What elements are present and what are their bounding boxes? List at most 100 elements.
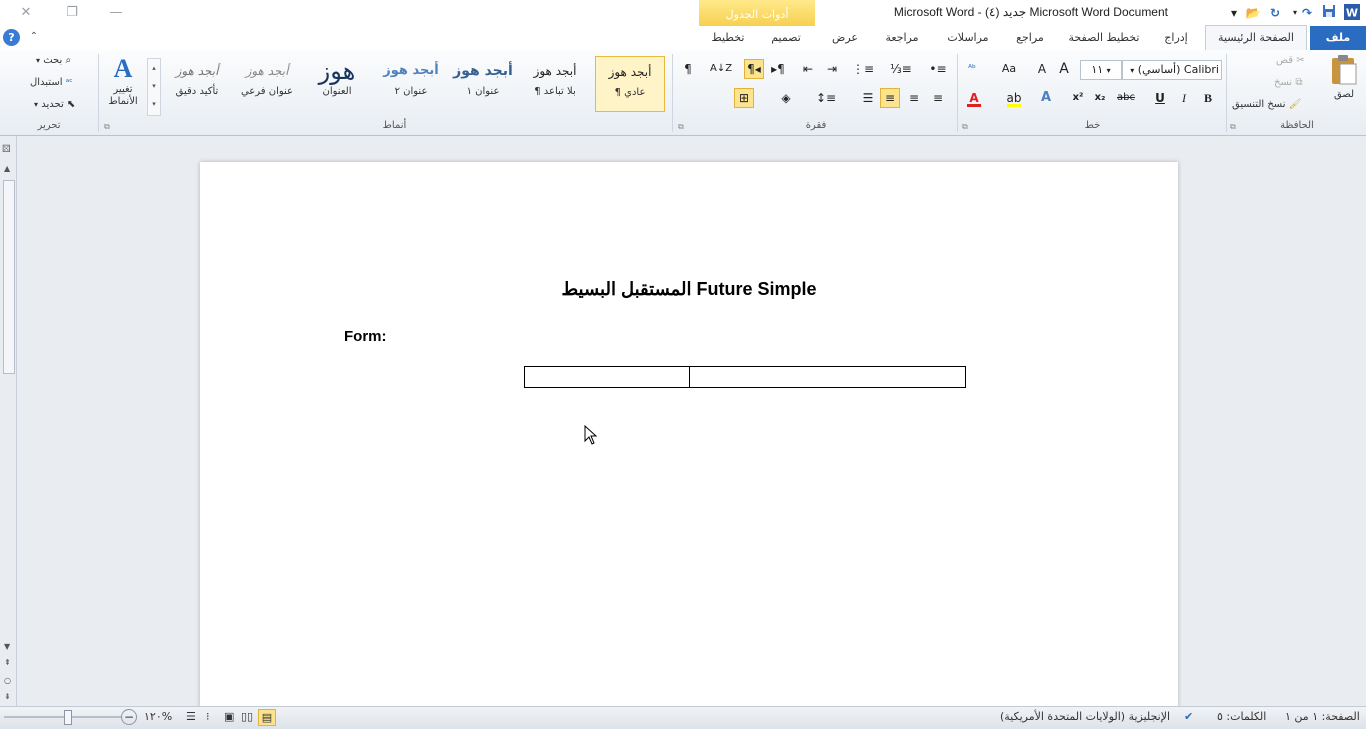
align-center-icon[interactable]: ≡ [904, 88, 924, 108]
tab-page-layout[interactable]: تخطيط الصفحة [1064, 26, 1144, 50]
view-draft-icon[interactable]: ☰ [186, 710, 196, 723]
increase-indent-icon[interactable]: ⇤ [798, 59, 818, 79]
find-button[interactable]: ▾ بحث ⌕ [36, 55, 71, 66]
replace-button[interactable]: استبدال ᵃᶜ [30, 77, 73, 88]
underline-button[interactable]: U [1150, 88, 1170, 108]
align-right-icon[interactable]: ≡ [928, 88, 948, 108]
grow-font-button[interactable]: A [1054, 59, 1074, 79]
decrease-indent-icon[interactable]: ⇥ [822, 59, 842, 79]
scroll-thumb[interactable] [3, 180, 15, 374]
help-icon[interactable]: ? [3, 29, 20, 46]
zoom-slider-thumb[interactable] [64, 710, 72, 725]
word-count[interactable]: الكلمات: ٥ [1217, 710, 1266, 723]
style-subtitle[interactable]: أبجد هوز عنوان فرعي [235, 56, 299, 110]
change-case-button[interactable]: Aa [996, 59, 1022, 79]
tab-file[interactable]: ملف [1310, 26, 1366, 50]
zoom-level[interactable]: ١٢٠% [144, 710, 172, 723]
style-title[interactable]: هوز العنوان [305, 56, 369, 110]
minimize-icon[interactable]: — [106, 3, 126, 23]
view-reading-icon[interactable]: ▯▯ [241, 710, 253, 723]
ruler-toggle-icon[interactable]: ⚄ [2, 144, 11, 155]
rtl-direction-icon[interactable]: ¶◂ [744, 59, 764, 79]
font-color-button[interactable]: A [964, 88, 984, 108]
document-table[interactable] [524, 366, 966, 388]
copy-button[interactable]: نسخ ⧉ [1274, 77, 1303, 88]
line-spacing-icon[interactable]: ↕≡ [816, 88, 836, 108]
scroll-up-icon[interactable]: ▲ [4, 164, 10, 173]
cut-button[interactable]: قص ✂ [1276, 55, 1305, 66]
italic-button[interactable]: I [1174, 88, 1194, 108]
table-cell[interactable] [524, 366, 690, 388]
strikethrough-button[interactable]: abc [1114, 88, 1138, 108]
style-normal[interactable]: أبجد هوز ¶ عادي [595, 56, 665, 112]
style-subtle-emphasis[interactable]: أبجد هوز تأكيد دقيق [165, 56, 229, 110]
customize-qat-icon[interactable]: ▾ [1225, 4, 1243, 22]
document-page[interactable]: المستقبل البسيط Future Simple Form: [200, 162, 1178, 708]
repeat-icon[interactable]: ↻ [1266, 4, 1284, 22]
open-icon[interactable]: 📂 [1244, 4, 1262, 22]
font-name-combo[interactable]: ▾ (أساسي) Calibri [1122, 60, 1222, 80]
numbering-icon[interactable]: ⅓≡ [890, 59, 912, 79]
collapse-ribbon-icon[interactable]: ⌃ [27, 30, 41, 44]
select-browse-object-icon[interactable]: ○ [4, 676, 11, 685]
style-heading-2[interactable]: أبجد هوز عنوان ٢ [379, 56, 443, 110]
change-styles-button[interactable]: A تغيير الأنماط [102, 54, 144, 118]
format-painter-button[interactable]: نسخ التنسيق 🖌 [1232, 99, 1301, 110]
view-web-icon[interactable]: ▣ [224, 710, 234, 723]
maximize-icon[interactable]: ❐ [62, 3, 82, 23]
tab-home[interactable]: الصفحة الرئيسية [1205, 25, 1307, 51]
next-page-icon[interactable]: ⇟ [4, 692, 11, 701]
proofing-icon[interactable]: ✔ [1184, 710, 1193, 723]
show-marks-icon[interactable]: ¶ [678, 59, 698, 79]
styles-scroll[interactable]: ▴ ▾ ▾ [147, 58, 161, 116]
paste-button[interactable]: لصق [1326, 54, 1362, 100]
tab-layout[interactable]: تخطيط [702, 26, 754, 50]
multilevel-list-icon[interactable]: ⋮≡ [852, 59, 874, 79]
borders-icon[interactable]: ⊞ [734, 88, 754, 108]
highlight-icon[interactable]: ab [1004, 88, 1024, 108]
table-cell[interactable] [689, 366, 966, 388]
undo-icon[interactable]: ↷ [1298, 4, 1316, 22]
font-launcher-icon[interactable]: ⧉ [962, 122, 968, 132]
sort-icon[interactable]: A↓Z [710, 59, 732, 79]
previous-page-icon[interactable]: ⇞ [4, 658, 11, 667]
font-size-combo[interactable]: ١١ ▾ [1080, 60, 1122, 80]
view-print-layout-icon[interactable]: ▤ [258, 709, 276, 726]
clipboard-launcher-icon[interactable]: ⧉ [1230, 122, 1236, 132]
bullets-icon[interactable]: •≡ [928, 59, 948, 79]
close-icon[interactable]: ✕ [16, 3, 36, 23]
style-heading-1[interactable]: أبجد هوز عنوان ١ [451, 56, 515, 110]
style-no-spacing[interactable]: أبجد هوز ¶ بلا تباعد [523, 56, 587, 110]
styles-launcher-icon[interactable]: ⧉ [104, 122, 110, 132]
language-status[interactable]: الإنجليزية (الولايات المتحدة الأمريكية) [1000, 710, 1170, 723]
superscript-button[interactable]: x² [1068, 88, 1088, 108]
tab-references[interactable]: مراجع [1008, 26, 1052, 50]
view-outline-icon[interactable]: ⁝ [206, 710, 210, 723]
justify-icon[interactable]: ☰ [858, 88, 878, 108]
tab-design[interactable]: تصميم [760, 26, 812, 50]
bold-button[interactable]: B [1198, 88, 1218, 108]
vertical-scrollbar[interactable]: ⚄ ▲ ▼ ⇞ ○ ⇟ [0, 136, 17, 706]
text-effects-button[interactable]: A [1036, 88, 1056, 108]
paragraph-launcher-icon[interactable]: ⧉ [678, 122, 684, 132]
save-icon[interactable] [1320, 4, 1338, 22]
tab-insert[interactable]: إدراج [1154, 26, 1198, 50]
tab-review[interactable]: مراجعة [876, 26, 928, 50]
subscript-button[interactable]: x₂ [1090, 88, 1110, 108]
clear-formatting-icon[interactable]: ᴬᵇ [962, 59, 982, 79]
scroll-down-icon[interactable]: ▼ [4, 642, 10, 651]
zoom-slider[interactable] [4, 710, 122, 725]
group-divider [98, 54, 99, 132]
shrink-font-button[interactable]: A [1032, 59, 1052, 79]
change-styles-label: تغيير الأنماط [108, 84, 138, 107]
tab-view[interactable]: عرض [822, 26, 868, 50]
shading-icon[interactable]: ◈ [776, 88, 796, 108]
scissors-icon: ✂ [1296, 55, 1305, 66]
style-preview: أبجد هوز [175, 64, 219, 78]
tab-mailings[interactable]: مراسلات [938, 26, 998, 50]
page-number[interactable]: الصفحة: ١ من ١ [1285, 710, 1360, 723]
ltr-direction-icon[interactable]: ▸¶ [768, 59, 788, 79]
zoom-out-icon[interactable]: − [121, 709, 137, 725]
align-left-icon[interactable]: ≡ [880, 88, 900, 108]
select-button[interactable]: ▾ تحديد ⬉ [34, 99, 75, 110]
